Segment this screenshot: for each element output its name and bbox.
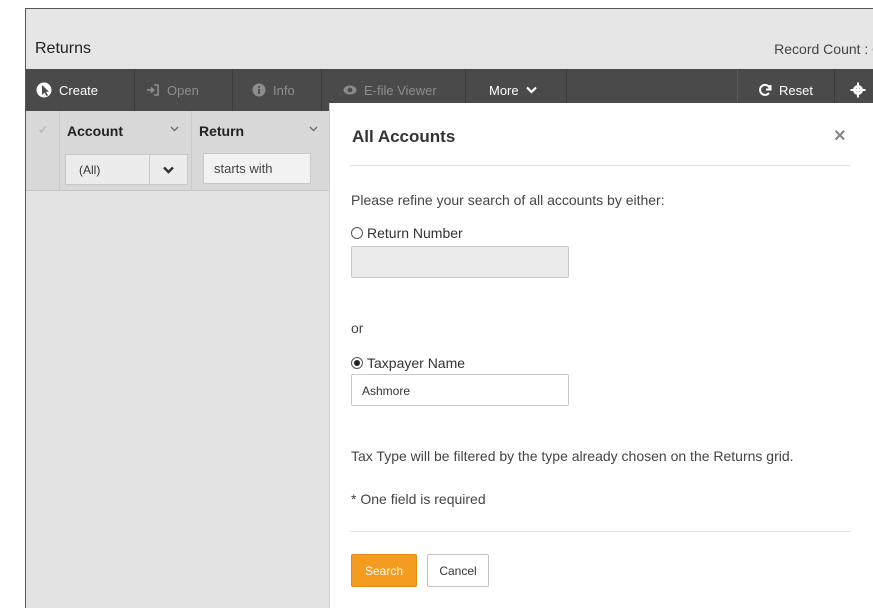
return-number-input[interactable] [351,246,569,278]
info-label: Info [273,82,295,98]
chevron-down-icon[interactable] [170,124,179,135]
taxpayer-name-label: Taxpayer Name [367,355,466,371]
title-bar: Returns Record Count : 0 [26,9,873,68]
all-accounts-dialog: All Accounts × Please refine your search… [329,103,873,608]
divider [350,165,851,166]
refresh-icon [758,83,772,97]
account-column-header: Account (All) [60,111,192,191]
required-note: * One field is required [351,491,486,507]
select-all-column[interactable]: ✔ [26,111,60,191]
return-column-title[interactable]: Return [199,123,244,139]
grid-body [26,192,329,608]
cursor-icon [36,82,52,98]
chevron-down-icon[interactable] [149,155,187,184]
return-filter-input[interactable]: starts with [203,153,311,184]
tax-type-note: Tax Type will be filtered by the type al… [351,448,794,464]
or-text: or [351,320,364,336]
grid-header: ✔ Account (All) Return starts with [26,111,329,191]
divider [350,531,851,532]
sign-in-icon [146,83,160,97]
chevron-down-icon [525,86,537,94]
dialog-title: All Accounts [352,127,456,146]
search-button[interactable]: Search [351,554,417,587]
return-number-label: Return Number [367,225,463,241]
account-column-title[interactable]: Account [67,123,123,139]
return-number-radio[interactable] [351,227,363,239]
open-label: Open [167,82,199,98]
taxpayer-name-input[interactable]: Ashmore [351,374,569,406]
check-icon: ✔ [38,123,49,137]
gear-icon [850,82,866,98]
search-prompt: Please refine your search of all account… [351,192,665,208]
window-top-strip [0,0,873,8]
app-window: Returns Record Count : 0 Create Open Inf… [0,0,873,608]
info-circle-icon [252,83,266,97]
return-column-header: Return starts with [192,111,329,191]
page-title: Returns [35,40,92,57]
open-button[interactable]: Open [136,69,233,111]
more-label: More [489,82,519,98]
create-label: Create [59,82,99,98]
taxpayer-name-radio[interactable] [351,357,363,369]
account-filter-value: (All) [79,163,101,177]
eye-icon [343,84,357,96]
record-count: Record Count : 0 [774,41,873,57]
taxpayer-name-option[interactable]: Taxpayer Name [351,355,465,371]
info-button[interactable]: Info [234,69,322,111]
chevron-down-icon[interactable] [309,124,318,135]
cancel-button[interactable]: Cancel [427,554,489,587]
close-icon[interactable]: × [834,125,846,148]
return-number-option[interactable]: Return Number [351,225,463,241]
create-button[interactable]: Create [26,69,135,111]
efile-viewer-label: E-file Viewer [364,82,437,98]
reset-label: Reset [779,82,813,98]
account-filter-select[interactable]: (All) [65,154,188,185]
